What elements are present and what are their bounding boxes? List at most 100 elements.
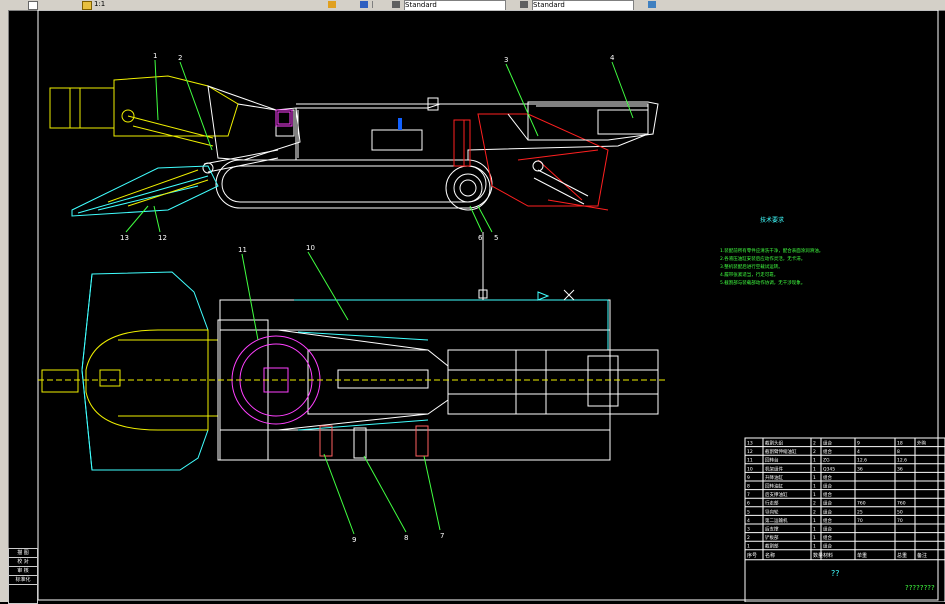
bom-cell: 回转台	[765, 457, 779, 464]
bom-table: 13 截割头组 2 组合 9 18 外购12 截割臂伸缩油缸 2 组合 4 811 回转台 1 ZG 12.6…	[744, 437, 945, 602]
layer-icon[interactable]	[328, 1, 336, 8]
bom-cell: 2	[813, 441, 816, 447]
bom-cell: 760	[897, 501, 906, 507]
plan-view	[38, 232, 668, 471]
bom-header-cell: 单重	[857, 552, 867, 559]
bom-cell: 12.6	[897, 458, 907, 464]
bom-cell: 机架组件	[765, 465, 783, 472]
tech-requirements: 技术要求 1.装配前所有零件应清洗干净，配合表面涂润滑油。 2.各液压油缸安装后…	[720, 216, 823, 286]
bom-cell: 36	[897, 466, 903, 472]
dim-style-icon[interactable]	[520, 1, 528, 8]
bom-cell: 1	[813, 544, 816, 550]
tech-req-line-3: 3.整机装配后进行空载试运转。	[720, 263, 783, 270]
bom-cell: 第二运输机	[765, 517, 788, 524]
bom-cell: 组合	[823, 526, 832, 533]
bom-cell: 组合	[823, 508, 832, 515]
bom-cell: 升降油缸	[765, 474, 783, 481]
bom-cell: 组合	[823, 483, 832, 490]
title-block-name: ????????	[905, 584, 935, 592]
bom-cell: 1	[813, 492, 816, 498]
bom-cell: 1	[813, 535, 816, 541]
shovel-side	[71, 165, 219, 217]
balloon-6: 6	[478, 234, 483, 242]
operator-marker	[398, 118, 402, 130]
balloon-3: 3	[504, 56, 508, 64]
open-folder-icon[interactable]	[82, 1, 92, 10]
scale-box[interactable]: 1:1	[94, 0, 124, 9]
leaders-plan	[241, 251, 441, 535]
layer-state-icon[interactable]	[360, 1, 368, 8]
bom-cell: 13	[747, 441, 753, 447]
tech-req-line-1: 1.装配前所有零件应清洗干净，配合表面涂润滑油。	[720, 247, 823, 254]
bom-cell: 2	[813, 449, 816, 455]
bom-cell: 1	[813, 475, 816, 481]
bom-cell: 组合	[823, 517, 832, 524]
bom-cell: 1	[813, 518, 816, 524]
bom-cell: 组合	[823, 534, 832, 541]
text-style-icon[interactable]	[392, 1, 400, 8]
cylinder-8	[353, 427, 367, 459]
bom-cell: 2	[813, 501, 816, 507]
bom-cell: 回转油缸	[765, 483, 783, 490]
bom-cell: 截割头组	[765, 440, 783, 447]
tech-req-line-4: 4.履带张紧适当，行走可靠。	[720, 271, 778, 278]
bom-cell: 截割部	[765, 543, 779, 550]
bom-cell: 1	[813, 527, 816, 533]
bom-header-cell: 名称	[765, 552, 775, 559]
bom-cell: 8	[897, 449, 900, 455]
bom-cell: 1	[813, 484, 816, 490]
bom-cell: 50	[897, 509, 903, 515]
tech-req-line-2: 2.各液压油缸安装后应动作灵活，无卡滞。	[720, 255, 805, 262]
bom-cell: 25	[857, 509, 863, 515]
balloon-1: 1	[153, 52, 157, 60]
balloon-12: 12	[158, 234, 167, 242]
boom-side	[207, 85, 301, 161]
bom-cell: 5	[747, 509, 750, 515]
bom-cell: 11	[747, 458, 753, 464]
bom-cell: 760	[857, 501, 866, 507]
stamp-row-3: 审 核	[9, 567, 37, 576]
bom-cell: 18	[897, 441, 903, 447]
dropdown-arrow-icon[interactable]	[372, 1, 381, 8]
boom-hinge	[275, 109, 293, 127]
bom-header-cell: 数量	[813, 552, 823, 559]
bom-cell: 导向轮	[765, 508, 779, 515]
bom-cell: 7	[747, 492, 750, 498]
frame-edges-plan	[294, 291, 609, 431]
bom-cell: 截割臂伸缩油缸	[765, 448, 797, 455]
bom-header-cell: 总重	[897, 552, 907, 559]
table-style-icon[interactable]	[648, 1, 656, 8]
bom-cell: 12	[747, 449, 753, 455]
bom-cell: 后支撑	[765, 526, 779, 533]
bom-cell: 36	[857, 466, 863, 472]
title-block-code: ??	[831, 569, 840, 578]
bom-cell: 10	[747, 466, 753, 472]
bom-cell: 1	[813, 466, 816, 472]
left-stamp-panel: 描 图 校 对 审 核 标准化	[8, 548, 38, 604]
stamp-row-2: 校 对	[9, 558, 37, 567]
cad-drawing-canvas[interactable]: 1 2 3 4 5 6 7 8 9 10 11 12 13 技术要求 1.装配前…	[8, 10, 945, 602]
bom-cell: 9	[747, 475, 750, 481]
bom-cell: 组合	[823, 440, 832, 447]
bom-cell: 组合	[823, 474, 832, 481]
balloon-2: 2	[178, 54, 182, 62]
bom-cell: 组合	[823, 500, 832, 507]
bom-cell: 1	[747, 544, 750, 550]
crawler-track	[215, 159, 493, 211]
bom-cell: 组合	[823, 448, 832, 455]
bom-cell: 铲板部	[765, 534, 779, 541]
balloon-4: 4	[610, 54, 615, 62]
bom-header-cell: 序号	[747, 552, 757, 559]
new-file-icon[interactable]	[28, 1, 38, 10]
bom-cell: 70	[897, 518, 903, 524]
balloon-7: 7	[440, 532, 444, 540]
bom-cell: ZG	[823, 458, 830, 464]
balloon-11: 11	[238, 246, 247, 254]
balloon-labels: 1 2 3 4 5 6 7 8 9 10 11 12 13	[120, 52, 615, 544]
side-view	[49, 75, 659, 217]
conveyor-plan	[447, 349, 659, 415]
bom-header-cell: 材料	[823, 552, 833, 559]
bom-cell: 8	[747, 484, 750, 490]
bom-cell: 组合	[823, 491, 832, 498]
balloon-8: 8	[404, 534, 408, 542]
